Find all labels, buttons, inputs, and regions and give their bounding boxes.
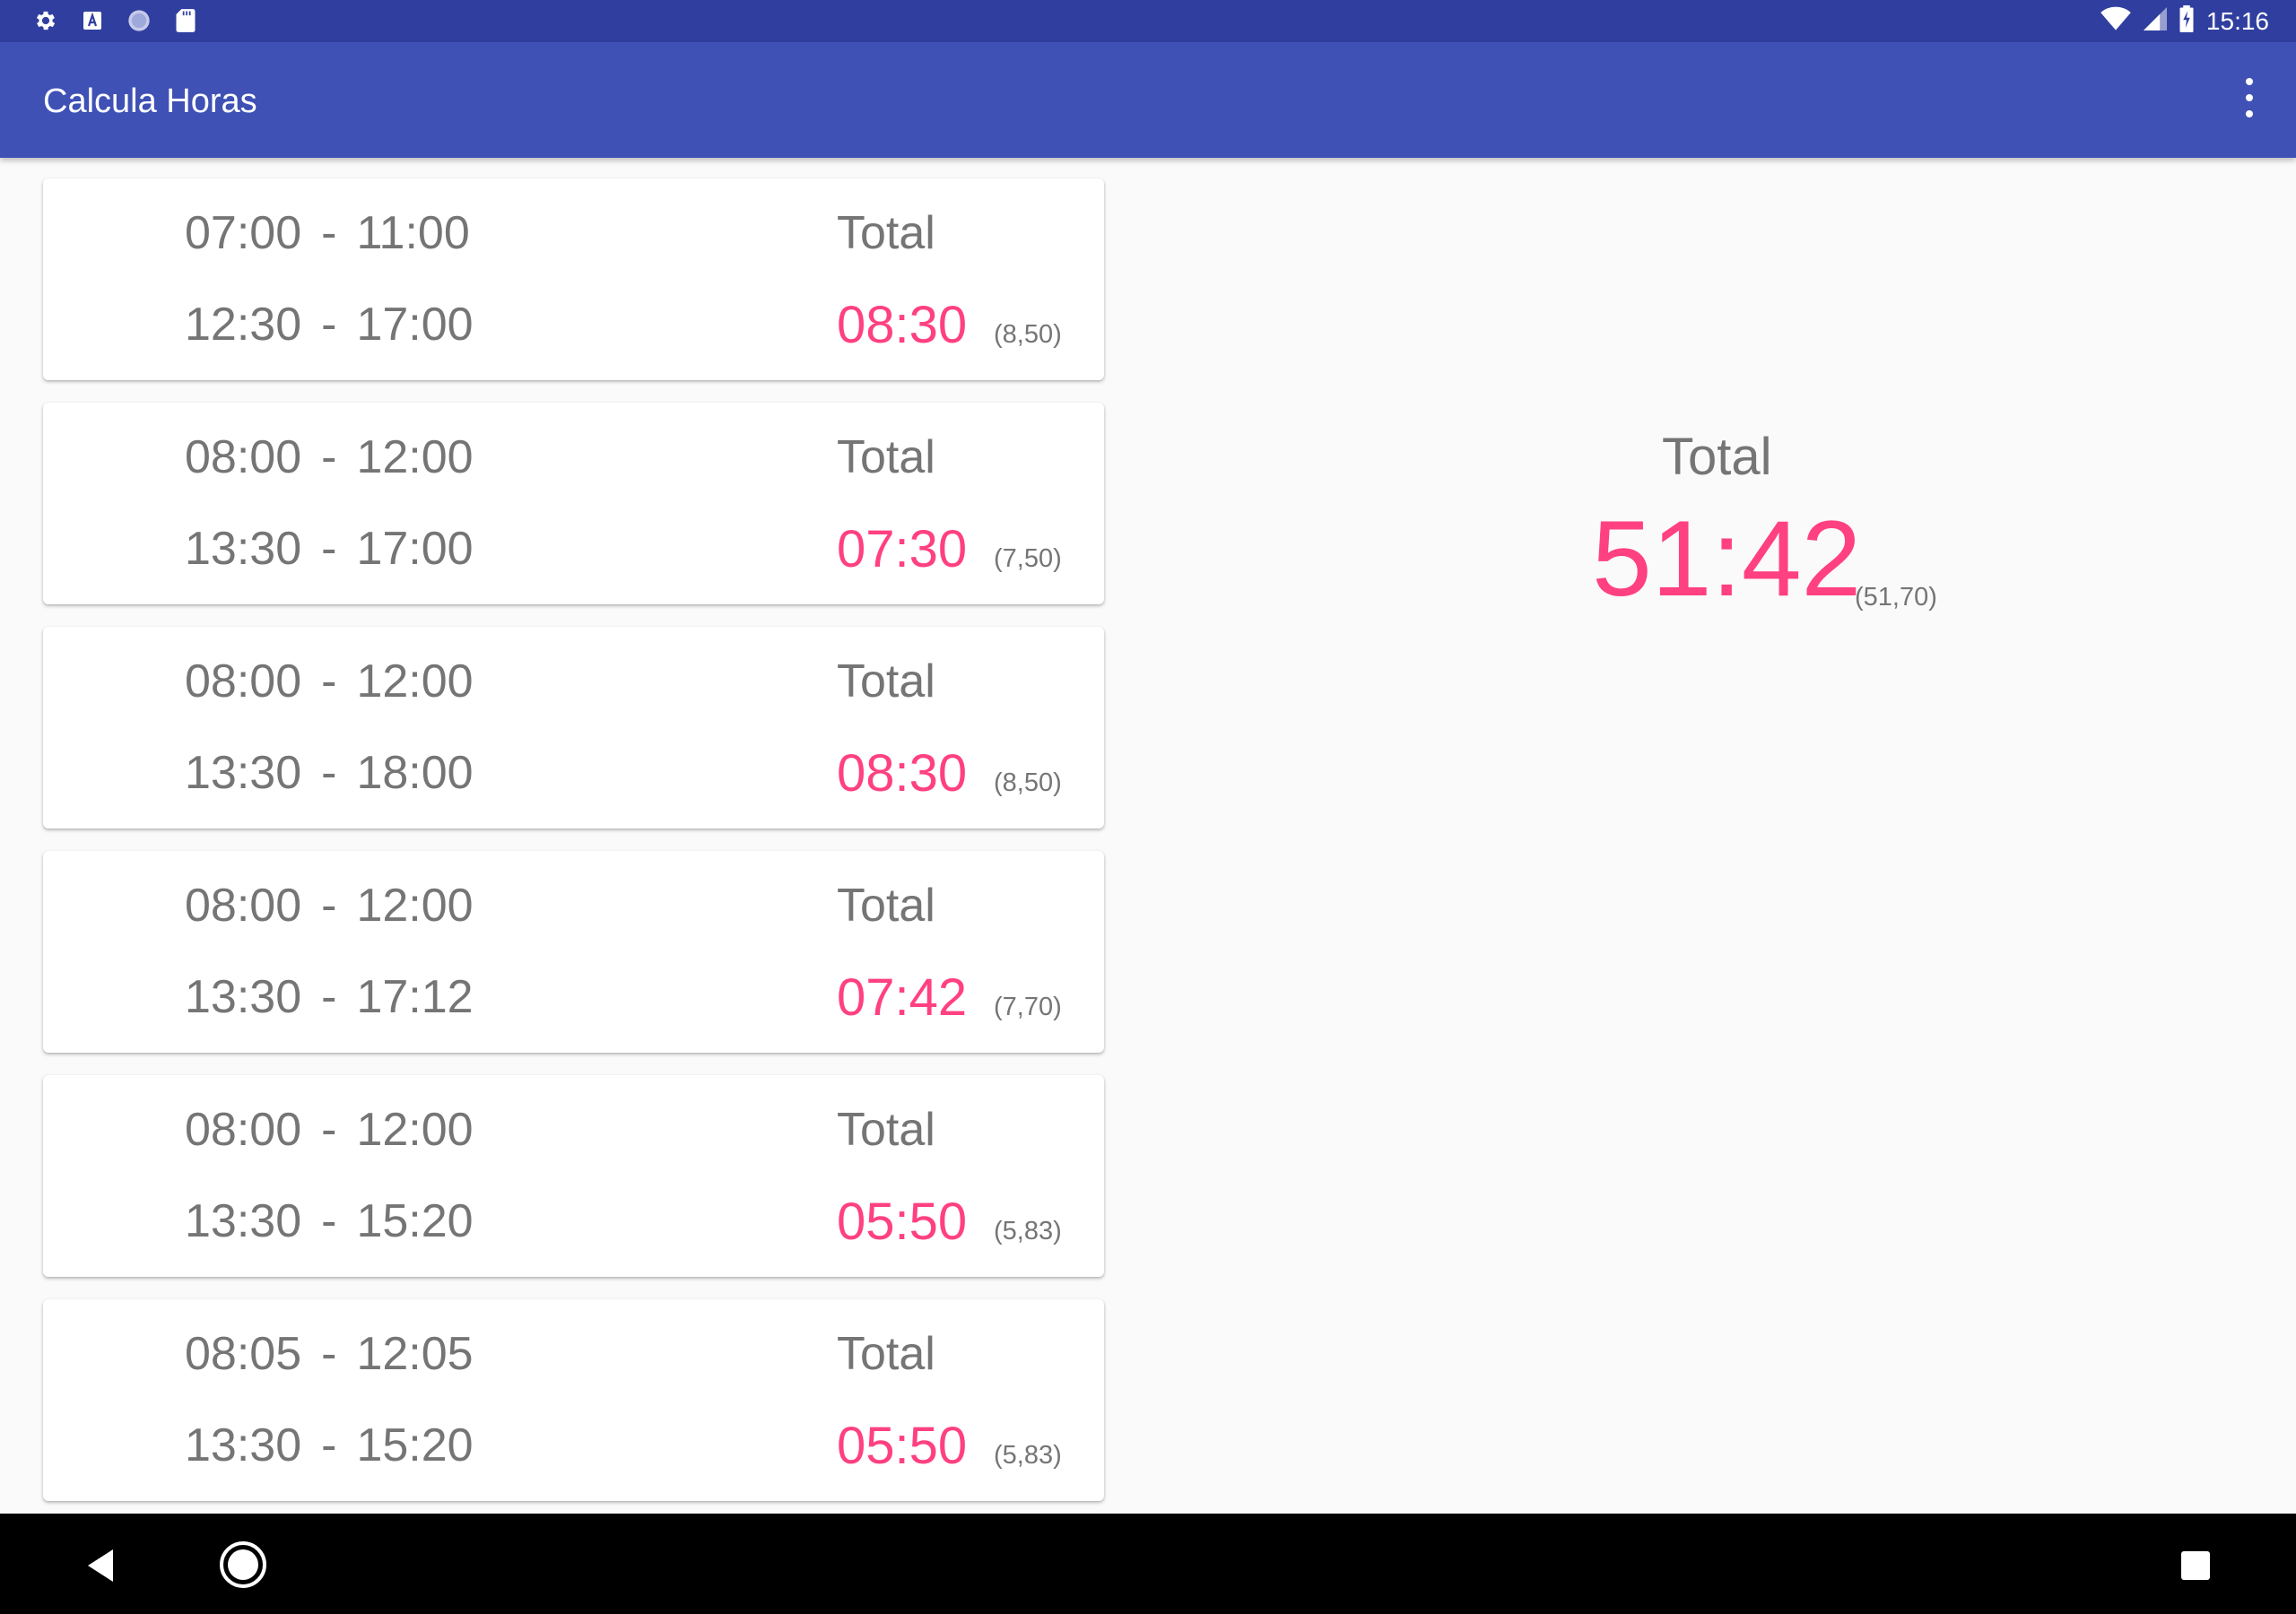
circle-icon xyxy=(126,7,152,34)
morning-range: 08:00-12:00 xyxy=(185,879,474,933)
in-time: 07:00 xyxy=(185,207,302,259)
status-icons-right: 15:16 xyxy=(2100,5,2269,37)
in-time: 08:00 xyxy=(185,431,302,483)
in-time: 13:30 xyxy=(185,523,302,575)
out-time: 12:00 xyxy=(356,431,474,483)
summary-total-value: 51:42 xyxy=(1592,499,1862,619)
status-time: 15:16 xyxy=(2205,6,2269,35)
total-value: 07:30 xyxy=(837,520,968,578)
out-time: 11:00 xyxy=(356,207,470,259)
out-time: 12:00 xyxy=(356,880,474,932)
afternoon-range: 13:30-15:20 xyxy=(185,1419,474,1472)
out-time: 15:20 xyxy=(356,1195,474,1247)
entry-card[interactable]: 07:00-11:00 12:30-17:00 Total 08:30 (8,5… xyxy=(43,178,1104,380)
entry-card[interactable]: 08:00-12:00 13:30-15:20 Total 05:50 (5,8… xyxy=(43,1075,1104,1277)
total-label: Total xyxy=(837,1104,935,1156)
morning-range: 08:00-12:00 xyxy=(185,430,474,484)
afternoon-range: 13:30-18:00 xyxy=(185,746,474,800)
morning-range: 08:00-12:00 xyxy=(185,1103,474,1157)
total-value: 08:30 xyxy=(837,296,968,354)
total-value: 05:50 xyxy=(837,1417,968,1475)
total-decimal: (7,50) xyxy=(994,544,1062,573)
battery-charging-icon xyxy=(2179,5,2194,37)
signal-icon xyxy=(2143,6,2167,36)
afternoon-range: 12:30-17:00 xyxy=(185,298,474,351)
summary-total-decimal: (51,70) xyxy=(1855,583,1937,612)
afternoon-range: 13:30-15:20 xyxy=(185,1194,474,1248)
separator: - xyxy=(321,207,337,259)
in-time: 13:30 xyxy=(185,1419,302,1471)
entry-card[interactable]: 08:00-12:00 13:30-17:00 Total 07:30 (7,5… xyxy=(43,403,1104,604)
in-time: 13:30 xyxy=(185,1195,302,1247)
status-icons-left xyxy=(32,7,199,34)
total-value: 07:42 xyxy=(837,968,968,1027)
total-value: 05:50 xyxy=(837,1193,968,1251)
total-decimal: (8,50) xyxy=(994,768,1062,797)
total-label: Total xyxy=(837,431,935,483)
separator: - xyxy=(321,1195,337,1247)
in-time: 08:05 xyxy=(185,1328,302,1380)
total-value: 08:30 xyxy=(837,744,968,803)
summary-total-label: Total xyxy=(1662,428,1772,486)
in-time: 08:00 xyxy=(185,880,302,932)
in-time: 08:00 xyxy=(185,1104,302,1156)
out-time: 17:00 xyxy=(356,299,474,351)
total-label: Total xyxy=(837,880,935,932)
afternoon-range: 13:30-17:12 xyxy=(185,970,474,1024)
recents-icon[interactable] xyxy=(2179,1549,2212,1586)
in-time: 08:00 xyxy=(185,655,302,707)
out-time: 18:00 xyxy=(356,747,474,799)
separator: - xyxy=(321,299,337,351)
total-label: Total xyxy=(837,1328,935,1380)
in-time: 13:30 xyxy=(185,747,302,799)
entry-card[interactable]: 08:00-12:00 13:30-18:00 Total 08:30 (8,5… xyxy=(43,627,1104,829)
total-label: Total xyxy=(837,207,935,259)
separator: - xyxy=(321,880,337,932)
in-time: 13:30 xyxy=(185,971,302,1023)
out-time: 15:20 xyxy=(356,1419,474,1471)
out-time: 12:00 xyxy=(356,1104,474,1156)
separator: - xyxy=(321,523,337,575)
separator: - xyxy=(321,1328,337,1380)
separator: - xyxy=(321,431,337,483)
settings-icon xyxy=(32,7,59,34)
sd-card-icon xyxy=(172,7,199,34)
total-decimal: (5,83) xyxy=(994,1441,1062,1470)
app-title: Calcula Horas xyxy=(43,82,257,120)
more-vert-icon[interactable] xyxy=(2239,78,2260,117)
out-time: 12:00 xyxy=(356,655,474,707)
afternoon-range: 13:30-17:00 xyxy=(185,522,474,576)
back-icon[interactable] xyxy=(84,1548,117,1588)
separator: - xyxy=(321,971,337,1023)
entry-card[interactable]: 08:05-12:05 13:30-15:20 Total 05:50 (5,8… xyxy=(43,1299,1104,1501)
wifi-icon xyxy=(2100,6,2131,36)
entry-card[interactable]: 08:00-12:00 13:30-17:12 Total 07:42 (7,7… xyxy=(43,851,1104,1053)
separator: - xyxy=(321,1104,337,1156)
out-time: 12:05 xyxy=(356,1328,474,1380)
home-icon[interactable] xyxy=(219,1540,267,1593)
status-bar: 15:16 xyxy=(0,0,2296,42)
morning-range: 08:05-12:05 xyxy=(185,1327,474,1381)
total-label: Total xyxy=(837,655,935,707)
separator: - xyxy=(321,655,337,707)
a-icon xyxy=(79,7,106,34)
navigation-bar xyxy=(0,1514,2296,1614)
total-decimal: (5,83) xyxy=(994,1217,1062,1245)
total-decimal: (8,50) xyxy=(994,320,1062,349)
total-decimal: (7,70) xyxy=(994,993,1062,1021)
app-bar: Calcula Horas xyxy=(0,42,2296,158)
separator: - xyxy=(321,747,337,799)
morning-range: 07:00-11:00 xyxy=(185,206,470,260)
separator: - xyxy=(321,1419,337,1471)
in-time: 12:30 xyxy=(185,299,302,351)
out-time: 17:12 xyxy=(356,971,474,1023)
out-time: 17:00 xyxy=(356,523,474,575)
morning-range: 08:00-12:00 xyxy=(185,655,474,708)
